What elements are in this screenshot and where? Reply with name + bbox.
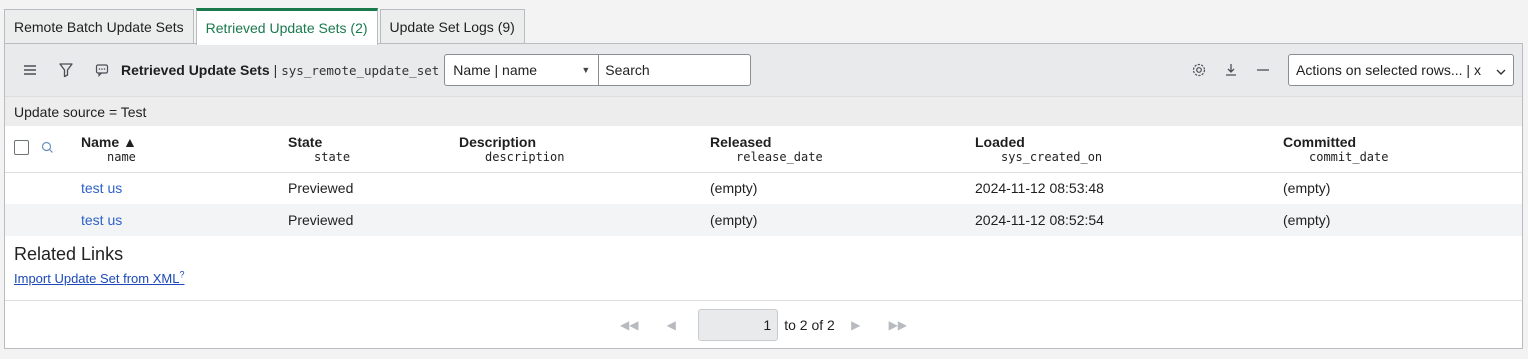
column-header-state[interactable]: State state <box>288 126 459 172</box>
column-header-released[interactable]: Released release_date <box>710 126 975 172</box>
tab-label: Retrieved Update Sets (2) <box>205 20 368 36</box>
column-label: Released <box>710 133 772 150</box>
import-link-label: Import Update Set from XML <box>14 271 180 287</box>
column-label: Loaded <box>975 133 1025 150</box>
related-links: Related Links Import Update Set from XML… <box>5 236 1522 286</box>
page-number-input[interactable]: 1 <box>698 308 779 341</box>
row-loaded: 2024-11-12 08:52:54 <box>975 212 1104 228</box>
search-icon[interactable] <box>41 141 54 154</box>
search-field-value: Name | name <box>453 62 538 78</box>
actions-select[interactable]: Actions on selected rows... | x <box>1288 54 1514 86</box>
row-state: Previewed <box>288 212 354 228</box>
data-table: Name ▲ name State state Description descrip… <box>5 126 1522 236</box>
column-field: release_date <box>736 149 823 164</box>
column-header-committed[interactable]: Committed commit_date <box>1283 126 1522 172</box>
import-update-set-link[interactable]: Import Update Set from XML? <box>14 270 185 287</box>
column-field: commit_date <box>1309 149 1389 164</box>
download-icon[interactable] <box>1220 59 1242 81</box>
link-marker: ? <box>179 270 185 280</box>
minus-icon[interactable] <box>1252 59 1274 81</box>
column-field: state <box>314 149 351 164</box>
row-committed: (empty) <box>1283 212 1331 228</box>
chat-icon[interactable] <box>91 59 113 81</box>
pagination: ◀◀ ◀ 1 to 2 of 2 ▶ ▶▶ <box>5 300 1522 348</box>
column-field: sys_created_on <box>1001 149 1103 164</box>
search-input[interactable]: Search <box>599 54 752 86</box>
tab-retrieved-update-sets[interactable]: Retrieved Update Sets (2) <box>195 8 378 45</box>
page-total: to 2 of 2 <box>784 316 835 333</box>
filter-breadcrumb[interactable]: Update source = Test <box>5 96 1522 126</box>
column-label: State <box>288 133 323 150</box>
list-panel: Retrieved Update Sets | sys_remote_updat… <box>4 43 1523 349</box>
column-label: Name ▲ <box>81 133 137 150</box>
column-label: Committed <box>1283 133 1357 150</box>
actions-select-value: Actions on selected rows... | x <box>1296 62 1481 78</box>
column-header-name[interactable]: Name ▲ name <box>81 126 288 172</box>
current-page: 1 <box>763 316 772 333</box>
row-description <box>459 172 710 204</box>
row-released: (empty) <box>710 180 758 197</box>
hamburger-icon[interactable] <box>19 59 41 81</box>
row-description <box>459 204 710 236</box>
row-controls <box>5 204 81 236</box>
tab-bar: Remote Batch Update Sets Retrieved Updat… <box>4 8 527 45</box>
tab-update-set-logs[interactable]: Update Set Logs (9) <box>379 9 525 44</box>
column-header-loaded[interactable]: Loaded sys_created_on <box>975 126 1283 172</box>
toolbar-actions: Actions on selected rows... | x <box>1178 54 1514 86</box>
funnel-icon[interactable] <box>55 59 77 81</box>
row-released: (empty) <box>710 212 758 228</box>
select-all-checkbox[interactable] <box>14 139 29 155</box>
title-separator: | <box>273 62 278 78</box>
list-title: Retrieved Update Sets | sys_remote_updat… <box>121 62 439 78</box>
last-page-icon[interactable]: ▶▶ <box>887 318 909 332</box>
table-name: sys_remote_update_set <box>281 62 440 78</box>
list-toolbar: Retrieved Update Sets | sys_remote_updat… <box>5 44 1522 96</box>
row-name-link[interactable]: test us <box>81 180 122 196</box>
row-loaded: 2024-11-12 08:53:48 <box>975 180 1104 197</box>
chevron-down-icon <box>1496 62 1506 78</box>
tab-remote-batch-update-sets[interactable]: Remote Batch Update Sets <box>4 9 194 44</box>
list-title-label: Retrieved Update Sets <box>121 62 270 78</box>
row-name-link[interactable]: test us <box>81 212 122 228</box>
filter-text: Update source = Test <box>14 103 147 120</box>
tab-label: Remote Batch Update Sets <box>14 19 184 35</box>
first-page-icon[interactable]: ◀◀ <box>618 318 640 332</box>
row-controls <box>5 172 81 204</box>
prev-page-icon[interactable]: ◀ <box>660 318 682 332</box>
related-links-title: Related Links <box>14 244 124 264</box>
search-placeholder: Search <box>605 62 650 78</box>
search-field-select[interactable]: Name | name ▼ <box>444 54 600 86</box>
row-state: Previewed <box>288 180 354 197</box>
header-controls <box>5 126 81 172</box>
table-row: test us Previewed (empty) 2024-11-12 08:… <box>5 172 1522 204</box>
table-header: Name ▲ name State state Description descrip… <box>5 126 1522 172</box>
gear-icon[interactable] <box>1188 59 1210 81</box>
column-field: description <box>485 149 565 164</box>
next-page-icon[interactable]: ▶ <box>845 318 867 332</box>
chevron-down-icon: ▼ <box>581 65 591 75</box>
row-committed: (empty) <box>1283 180 1331 197</box>
column-label: Description <box>459 133 537 150</box>
column-header-description[interactable]: Description description <box>459 126 710 172</box>
tab-label: Update Set Logs (9) <box>389 19 515 35</box>
column-field: name <box>107 149 136 164</box>
table-row: test us Previewed (empty) 2024-11-12 08:… <box>5 204 1522 236</box>
